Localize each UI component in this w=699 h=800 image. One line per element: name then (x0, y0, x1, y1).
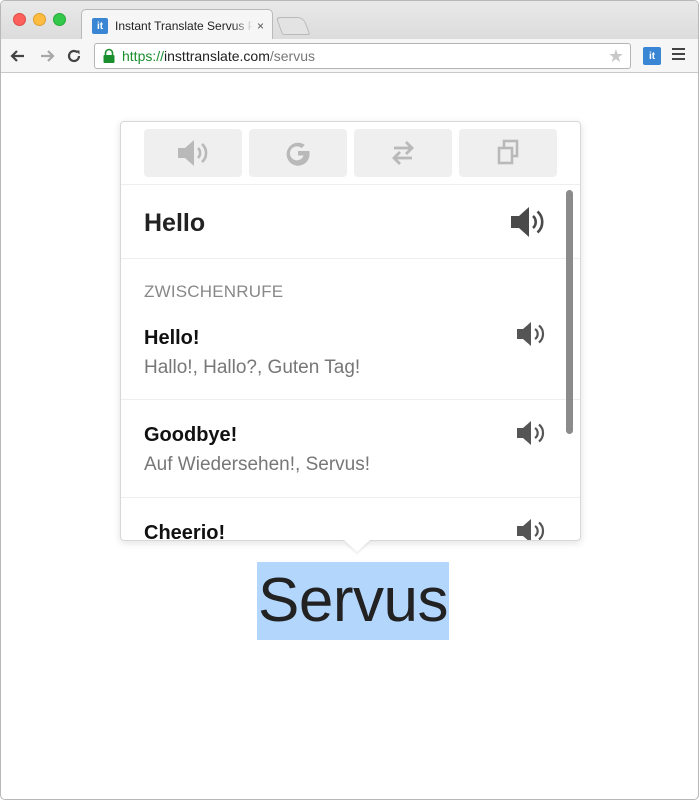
list-item[interactable]: Cheerio! (121, 498, 580, 540)
google-g-icon (286, 142, 310, 166)
copy-button[interactable] (459, 129, 557, 177)
copy-icon (497, 139, 519, 165)
translation-popup: Hello ZWISCHENRUFE Hello! Hallo!, Hallo?… (120, 121, 581, 552)
speaker-icon[interactable] (510, 206, 546, 238)
entry-translation: Auf Wiedersehen!, Servus! (144, 454, 370, 475)
tab-title: Instant Translate Servus P (115, 19, 253, 33)
forward-button[interactable] (36, 45, 58, 67)
browser-tab[interactable]: it Instant Translate Servus P × (81, 9, 273, 40)
entry-word: Goodbye! (144, 424, 238, 446)
forward-arrow-icon (41, 50, 55, 62)
headword: Hello (144, 209, 206, 237)
speak-button[interactable] (144, 129, 242, 177)
entry-translation: Hallo!, Hallo?, Guten Tag! (144, 357, 361, 378)
back-button[interactable] (7, 45, 29, 67)
reload-icon (67, 49, 81, 63)
speaker-icon[interactable] (516, 420, 546, 446)
popup-toolbar (121, 122, 580, 185)
favicon-icon: it (92, 18, 108, 34)
tab-close-icon[interactable]: × (257, 19, 264, 33)
google-translate-button[interactable] (249, 129, 347, 177)
section-label: ZWISCHENRUFE (144, 282, 284, 301)
popup-pointer (344, 540, 370, 552)
bookmark-star-icon[interactable]: ★ (608, 47, 624, 65)
speaker-icon[interactable] (516, 518, 546, 540)
speaker-icon[interactable] (516, 321, 546, 347)
reload-button[interactable] (63, 45, 85, 67)
url-path: /servus (269, 48, 315, 64)
zoom-window-button[interactable] (53, 13, 66, 26)
headword-row: Hello (121, 185, 580, 259)
minimize-window-button[interactable] (33, 13, 46, 26)
popup-results[interactable]: Hello ZWISCHENRUFE Hello! Hallo!, Hallo?… (121, 185, 580, 540)
swap-arrows-icon (392, 141, 414, 165)
browser-window: it Instant Translate Servus P × https://… (0, 0, 699, 800)
address-bar[interactable]: https://insttranslate.com/servus ★ (94, 43, 631, 69)
entry-word: Hello! (144, 327, 200, 349)
url-host: insttranslate.com (164, 48, 270, 64)
instant-translate-extension-icon[interactable]: it (643, 47, 661, 65)
url-text: https://insttranslate.com/servus (122, 48, 315, 64)
close-window-button[interactable] (13, 13, 26, 26)
swap-languages-button[interactable] (354, 129, 452, 177)
list-item[interactable]: Hello! Hallo!, Hallo?, Guten Tag! (121, 313, 580, 400)
back-arrow-icon (10, 50, 24, 62)
new-tab-button[interactable] (275, 17, 311, 35)
title-bar: it Instant Translate Servus P × (1, 1, 698, 40)
menu-icon[interactable] (672, 48, 686, 64)
list-item[interactable]: Goodbye! Auf Wiedersehen!, Servus! (121, 400, 580, 498)
speaker-icon (178, 140, 208, 166)
entry-word: Cheerio! (144, 522, 226, 540)
popup-scrollbar[interactable] (566, 190, 573, 434)
selected-word[interactable]: Servus (257, 562, 449, 640)
browser-toolbar: https://insttranslate.com/servus ★ it (1, 39, 698, 73)
url-scheme: https:// (122, 48, 165, 64)
lock-icon (103, 48, 115, 63)
